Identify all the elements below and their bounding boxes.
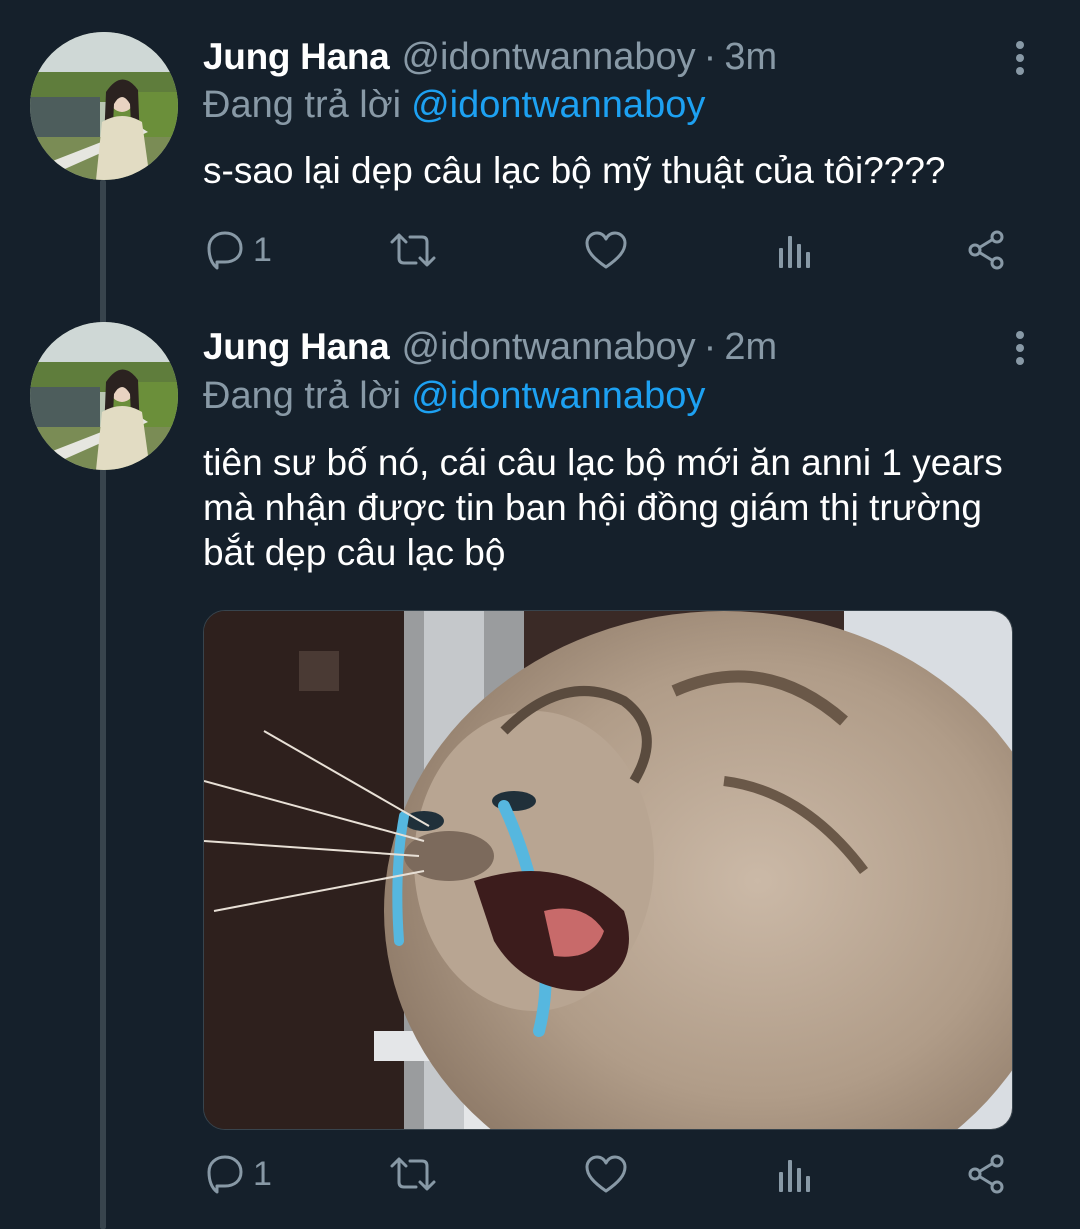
more-options-icon[interactable] xyxy=(1000,328,1040,368)
timestamp[interactable]: 2m xyxy=(724,326,777,369)
tweet-header: Jung Hana @idontwannaboy · 2m xyxy=(203,326,777,376)
share-icon xyxy=(968,1154,1004,1194)
reply-mention-link[interactable]: @idontwannaboy xyxy=(411,84,705,126)
reply-mention-link[interactable]: @idontwannaboy xyxy=(411,375,705,417)
heart-icon xyxy=(585,231,627,269)
reply-context: Đang trả lời @idontwannaboy xyxy=(203,375,705,418)
heart-icon xyxy=(585,1155,627,1193)
separator-dot: · xyxy=(703,36,717,78)
bar-chart-icon xyxy=(779,1160,810,1192)
retweet-button[interactable] xyxy=(388,1149,438,1199)
tweet-actions: 1 xyxy=(203,1149,1023,1199)
like-button[interactable] xyxy=(583,225,629,275)
retweet-icon xyxy=(390,1157,436,1191)
reply-button[interactable]: 1 xyxy=(203,1149,272,1199)
tweet-header: Jung Hana @idontwannaboy · 3m xyxy=(203,36,777,86)
user-handle[interactable]: @idontwannaboy xyxy=(401,36,695,79)
tweet-text: s-sao lại dẹp câu lạc bộ mỹ thuật của tô… xyxy=(203,150,946,191)
reply-prefix: Đang trả lời xyxy=(203,375,402,417)
analytics-button[interactable] xyxy=(775,225,815,275)
tweet-actions: 1 xyxy=(203,225,1023,275)
share-icon xyxy=(968,230,1004,270)
speech-bubble-icon xyxy=(207,231,243,270)
share-button[interactable] xyxy=(965,1149,1009,1199)
speech-bubble-icon xyxy=(207,1155,243,1194)
more-options-icon[interactable] xyxy=(1000,38,1040,78)
tweet-1[interactable]: Jung Hana @idontwannaboy · 3m Đang trả l… xyxy=(0,0,1080,300)
separator-dot: · xyxy=(703,326,717,368)
crying-cat-image xyxy=(204,611,1012,1129)
reply-prefix: Đang trả lời xyxy=(203,84,402,126)
tweet-2[interactable]: Jung Hana @idontwannaboy · 2m Đang trả l… xyxy=(0,300,1080,1229)
retweet-button[interactable] xyxy=(388,225,438,275)
reply-count: 1 xyxy=(253,230,272,269)
display-name[interactable]: Jung Hana xyxy=(203,326,390,368)
reply-button[interactable]: 1 xyxy=(203,225,272,275)
share-button[interactable] xyxy=(965,225,1009,275)
timestamp[interactable]: 3m xyxy=(724,36,777,79)
like-button[interactable] xyxy=(583,1149,629,1199)
avatar[interactable] xyxy=(30,322,178,470)
display-name[interactable]: Jung Hana xyxy=(203,36,390,78)
analytics-button[interactable] xyxy=(775,1149,815,1199)
retweet-icon xyxy=(390,233,436,267)
user-handle[interactable]: @idontwannaboy xyxy=(401,326,695,369)
bar-chart-icon xyxy=(779,236,810,268)
reply-count: 1 xyxy=(253,1154,272,1193)
tweet-media-image[interactable] xyxy=(203,610,1013,1130)
reply-context: Đang trả lời @idontwannaboy xyxy=(203,84,705,127)
tweet-text: tiên sư bố nó, cái câu lạc bộ mới ăn ann… xyxy=(203,442,1003,573)
avatar[interactable] xyxy=(30,32,178,180)
